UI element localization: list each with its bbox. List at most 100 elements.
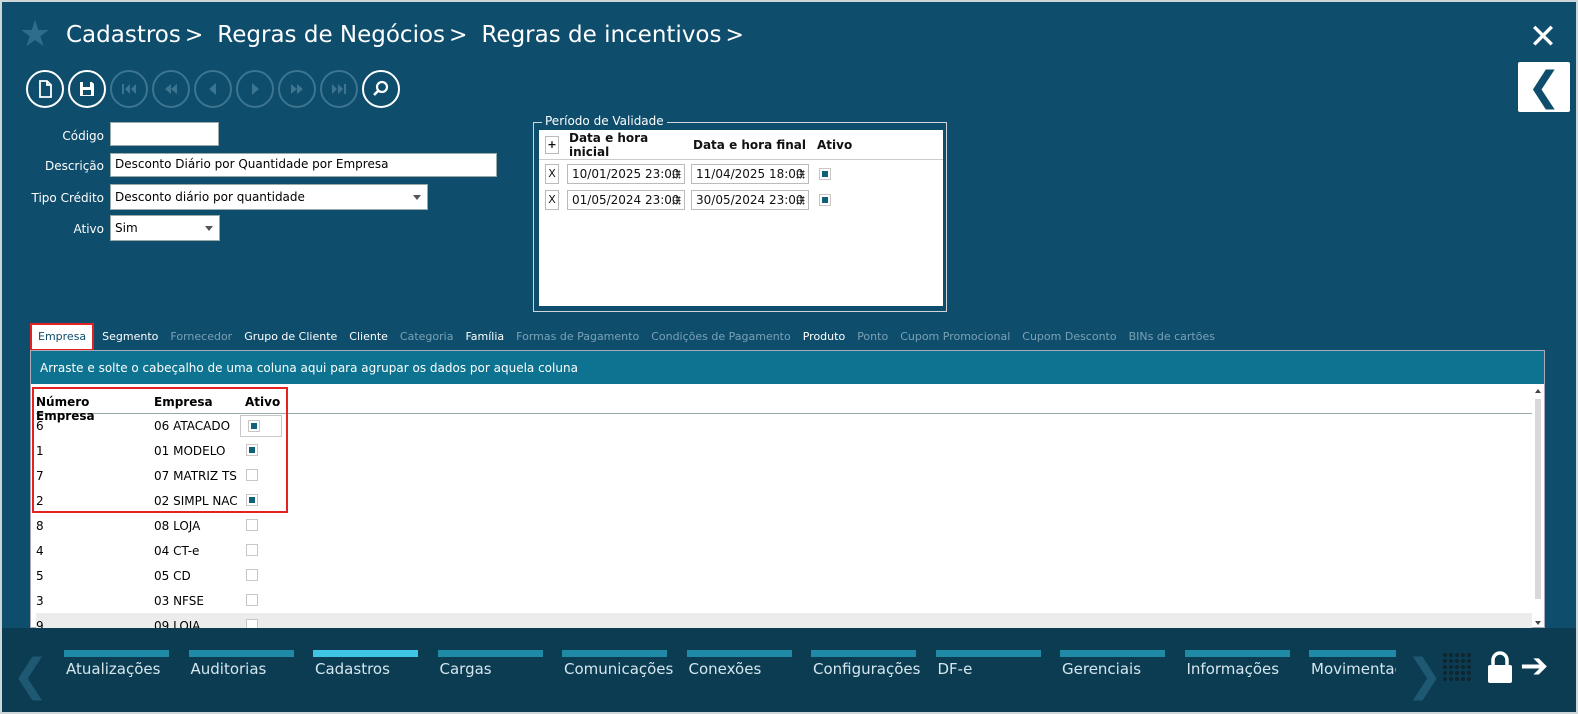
tab-cliente[interactable]: Cliente xyxy=(343,325,394,349)
calendar-picker-icon[interactable] xyxy=(672,195,681,205)
module-nav-items: Atualizações Auditorias Cadastros Cargas… xyxy=(64,650,1396,690)
last-record-button[interactable] xyxy=(320,70,358,108)
logout-arrow-icon[interactable]: ➔ xyxy=(1520,649,1554,684)
nav-item-configuracoes[interactable]: Configurações xyxy=(811,650,936,690)
cell-numero: 3 xyxy=(36,594,44,608)
ativo-checkbox[interactable] xyxy=(246,494,258,506)
column-header-empresa[interactable]: Empresa xyxy=(154,395,242,409)
table-row[interactable]: 9 09 LOJA xyxy=(36,613,1532,629)
rewind-button[interactable] xyxy=(152,70,190,108)
tab-formas-de-pagamento[interactable]: Formas de Pagamento xyxy=(510,325,645,349)
breadcrumb-item[interactable]: Regras de Negócios > xyxy=(217,22,475,48)
tab-fornecedor[interactable]: Fornecedor xyxy=(164,325,238,349)
period-active-checkbox[interactable] xyxy=(819,193,831,206)
tab-cupom-promocional[interactable]: Cupom Promocional xyxy=(894,325,1016,349)
grid-scrollbar[interactable] xyxy=(1534,387,1542,627)
nav-item-informacoes[interactable]: Informações xyxy=(1184,650,1310,690)
table-row[interactable]: 5 05 CD xyxy=(36,563,1532,588)
tab-segmento[interactable]: Segmento xyxy=(96,325,164,349)
next-button[interactable] xyxy=(236,70,274,108)
favorite-star-icon[interactable]: ★ xyxy=(16,16,54,54)
start-datetime-input[interactable]: 01/05/2024 23:00 xyxy=(567,189,685,210)
nav-previous-icon[interactable]: ❮ xyxy=(12,650,49,701)
scroll-up-icon[interactable] xyxy=(1535,389,1541,393)
close-button[interactable]: ✕ xyxy=(1528,20,1558,54)
table-row[interactable]: 4 04 CT-e xyxy=(36,538,1532,563)
nav-next-icon[interactable]: ❯ xyxy=(1406,650,1443,701)
previous-button[interactable] xyxy=(194,70,232,108)
calendar-picker-icon[interactable] xyxy=(796,169,805,179)
nav-item-atualizacoes[interactable]: Atualizações xyxy=(64,650,189,690)
tab-ponto[interactable]: Ponto xyxy=(851,325,894,349)
scroll-down-icon[interactable] xyxy=(1535,621,1541,625)
lock-icon[interactable] xyxy=(1486,650,1514,684)
table-row[interactable]: 2 02 SIMPL NAC xyxy=(36,488,1532,513)
nav-item-indicator xyxy=(437,650,543,657)
tab-produto[interactable]: Produto xyxy=(797,325,851,349)
tab-condicoes-de-pagamento[interactable]: Condições de Pagamento xyxy=(645,325,797,349)
tipo-credito-select[interactable]: Desconto diário por quantidade xyxy=(110,184,428,210)
table-row[interactable]: 8 08 LOJA xyxy=(36,513,1532,538)
save-button[interactable] xyxy=(68,70,106,108)
nav-item-dfe[interactable]: DF-e xyxy=(935,650,1061,690)
remove-period-button[interactable]: X xyxy=(545,163,559,184)
end-datetime-input[interactable]: 30/05/2024 23:00 xyxy=(691,189,809,210)
cell-numero: 7 xyxy=(36,469,44,483)
collapse-panel-button[interactable]: ❮ xyxy=(1518,62,1570,112)
nav-item-cargas[interactable]: Cargas xyxy=(437,650,563,690)
nav-item-indicator xyxy=(811,650,916,657)
tab-familia[interactable]: Família xyxy=(459,325,510,349)
tab-cupom-desconto[interactable]: Cupom Desconto xyxy=(1016,325,1122,349)
table-row[interactable]: 6 06 ATACADO xyxy=(36,413,1532,438)
breadcrumb-item[interactable]: Cadastros > xyxy=(66,22,211,48)
ativo-checkbox[interactable] xyxy=(246,594,258,606)
chevron-left-icon: ❮ xyxy=(1527,64,1561,110)
column-header-ativo[interactable]: Ativo xyxy=(245,395,285,409)
search-button[interactable] xyxy=(362,70,400,108)
scrollbar-thumb[interactable] xyxy=(1535,399,1541,599)
ativo-checkbox[interactable] xyxy=(246,569,258,581)
apps-grid-icon[interactable] xyxy=(1442,652,1472,682)
add-period-button[interactable]: + xyxy=(545,135,559,154)
cell-ativo xyxy=(246,594,286,609)
start-datetime-input[interactable]: 10/01/2025 23:00 xyxy=(567,163,685,184)
ativo-select[interactable]: Sim xyxy=(110,215,220,241)
codigo-input[interactable] xyxy=(110,122,219,146)
nav-item-conexoes[interactable]: Conexões xyxy=(686,650,812,690)
new-button[interactable] xyxy=(26,70,64,108)
group-by-drop-zone[interactable]: Arraste e solte o cabeçalho de uma colun… xyxy=(31,351,1544,384)
cell-ativo xyxy=(246,569,286,584)
nav-item-movimentacoes[interactable]: Movimentações xyxy=(1309,650,1396,690)
ativo-checkbox[interactable] xyxy=(246,444,258,456)
remove-period-button[interactable]: X xyxy=(545,189,559,210)
nav-item-gerenciais[interactable]: Gerenciais xyxy=(1060,650,1185,690)
fast-forward-button[interactable] xyxy=(278,70,316,108)
nav-item-cadastros[interactable]: Cadastros xyxy=(313,650,438,690)
cell-empresa: 08 LOJA xyxy=(154,519,201,533)
nav-item-comunicacoes[interactable]: Comunicações xyxy=(562,650,687,690)
descricao-input[interactable]: Desconto Diário por Quantidade por Empre… xyxy=(110,153,497,177)
nav-item-label: Comunicações xyxy=(564,660,674,678)
ativo-checkbox[interactable] xyxy=(246,469,258,481)
nav-item-auditorias[interactable]: Auditorias xyxy=(188,650,314,690)
table-row[interactable]: 3 03 NFSE xyxy=(36,588,1532,613)
ativo-checkbox[interactable] xyxy=(246,519,258,531)
tab-categoria[interactable]: Categoria xyxy=(394,325,460,349)
tab-empresa[interactable]: Empresa xyxy=(30,323,95,351)
cell-empresa: 07 MATRIZ TS xyxy=(154,469,237,483)
tab-bins-de-cartoes[interactable]: BINs de cartões xyxy=(1123,325,1221,349)
table-row[interactable]: 1 01 MODELO xyxy=(36,438,1532,463)
next-icon xyxy=(252,83,259,95)
calendar-picker-icon[interactable] xyxy=(796,195,805,205)
tab-grupo-de-cliente[interactable]: Grupo de Cliente xyxy=(238,325,343,349)
ativo-checkbox[interactable] xyxy=(246,544,258,556)
table-row[interactable]: 7 07 MATRIZ TS xyxy=(36,463,1532,488)
end-datetime-input[interactable]: 11/04/2025 18:00 xyxy=(691,163,809,184)
ativo-checkbox[interactable] xyxy=(248,420,260,432)
previous-icon xyxy=(209,83,216,95)
period-active-checkbox[interactable] xyxy=(819,167,831,180)
first-record-button[interactable] xyxy=(110,70,148,108)
calendar-picker-icon[interactable] xyxy=(672,169,681,179)
validity-period-fieldset: Período de Validade + Data e hora inicia… xyxy=(533,114,947,312)
breadcrumb-item[interactable]: Regras de incentivos > xyxy=(481,22,751,48)
